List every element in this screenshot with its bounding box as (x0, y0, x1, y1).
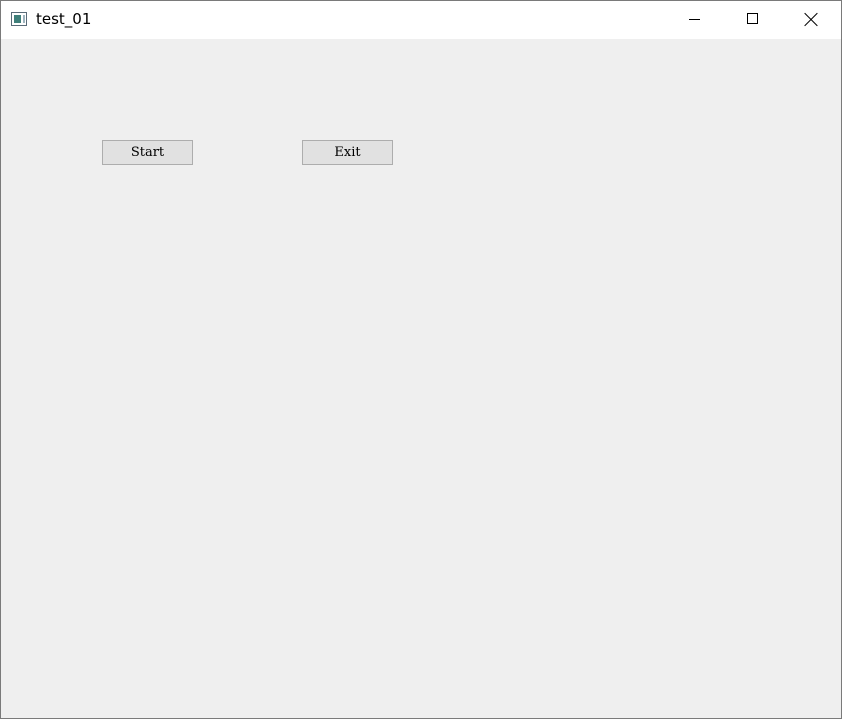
start-button[interactable]: Start (102, 140, 193, 165)
close-button[interactable] (783, 1, 841, 39)
minimize-button[interactable] (666, 1, 724, 39)
app-icon-pane (14, 15, 21, 23)
maximize-icon (747, 13, 758, 24)
window-title: test_01 (36, 10, 92, 28)
maximize-button[interactable] (724, 1, 782, 39)
exit-button[interactable]: Exit (302, 140, 393, 165)
client-area: Start Exit (1, 39, 841, 718)
close-icon (804, 12, 818, 26)
title-bar[interactable]: test_01 (1, 1, 841, 39)
app-icon-pane-side (23, 15, 25, 23)
minimize-icon (689, 19, 700, 20)
app-window: test_01 Start Exit (0, 0, 842, 719)
application-window-icon[interactable] (11, 12, 27, 26)
